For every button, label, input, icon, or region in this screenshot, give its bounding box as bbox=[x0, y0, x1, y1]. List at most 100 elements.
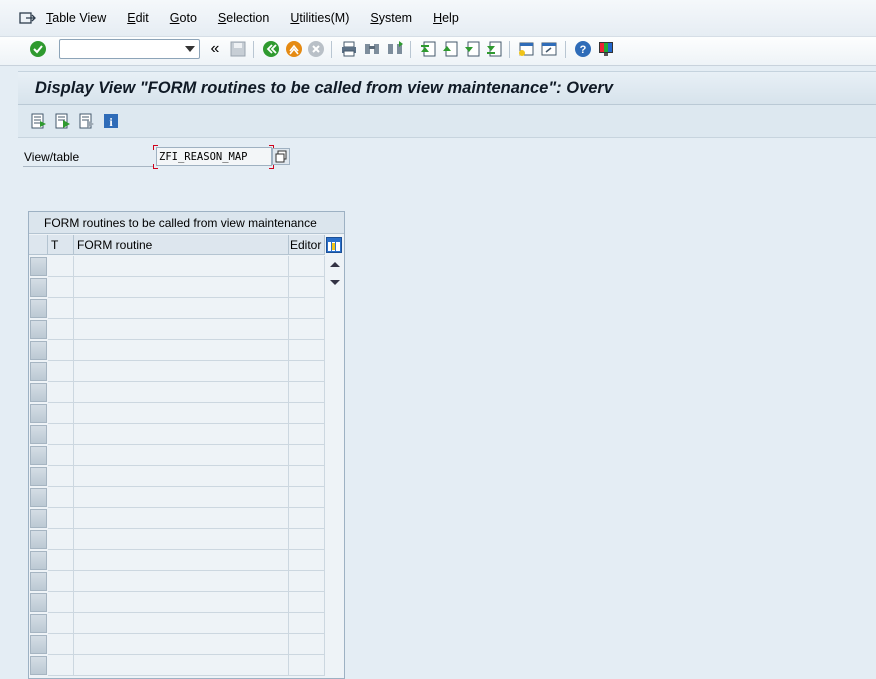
column-header-form-routine[interactable]: FORM routine bbox=[74, 235, 289, 255]
cell-form-routine[interactable] bbox=[74, 361, 289, 382]
column-header-editor[interactable]: Editor bbox=[289, 235, 325, 255]
shortcut-icon[interactable] bbox=[540, 40, 558, 58]
cell-editor[interactable] bbox=[289, 466, 325, 487]
menu-icon[interactable] bbox=[19, 11, 37, 25]
row-selector[interactable] bbox=[30, 656, 47, 675]
cell-form-routine[interactable] bbox=[74, 298, 289, 319]
cell-form-routine[interactable] bbox=[74, 319, 289, 340]
column-header-t[interactable]: T bbox=[48, 235, 74, 255]
cell-t[interactable] bbox=[48, 508, 74, 529]
cell-t[interactable] bbox=[48, 424, 74, 445]
cell-editor[interactable] bbox=[289, 340, 325, 361]
exit-icon[interactable] bbox=[285, 40, 303, 58]
back-icon[interactable] bbox=[262, 40, 280, 58]
scroll-down-icon[interactable] bbox=[330, 280, 340, 285]
menu-help[interactable]: Help bbox=[433, 11, 459, 25]
cell-editor[interactable] bbox=[289, 445, 325, 466]
cell-form-routine[interactable] bbox=[74, 403, 289, 424]
view-table-input[interactable]: ZFI_REASON_MAP bbox=[156, 147, 272, 166]
row-selector[interactable] bbox=[30, 467, 47, 486]
cell-form-routine[interactable] bbox=[74, 550, 289, 571]
cell-editor[interactable] bbox=[289, 319, 325, 340]
cell-editor[interactable] bbox=[289, 298, 325, 319]
cell-editor[interactable] bbox=[289, 592, 325, 613]
cell-editor[interactable] bbox=[289, 403, 325, 424]
cell-editor[interactable] bbox=[289, 529, 325, 550]
cell-t[interactable] bbox=[48, 319, 74, 340]
help-icon[interactable]: ? bbox=[574, 40, 592, 58]
cell-form-routine[interactable] bbox=[74, 634, 289, 655]
menu-table-view[interactable]: Table View bbox=[46, 11, 106, 25]
find-icon[interactable] bbox=[363, 40, 381, 58]
row-selector[interactable] bbox=[30, 383, 47, 402]
cell-t[interactable] bbox=[48, 361, 74, 382]
row-selector[interactable] bbox=[30, 278, 47, 297]
row-selector[interactable] bbox=[30, 488, 47, 507]
row-selector[interactable] bbox=[30, 257, 47, 276]
cell-editor[interactable] bbox=[289, 550, 325, 571]
cell-editor[interactable] bbox=[289, 571, 325, 592]
cell-t[interactable] bbox=[48, 256, 74, 277]
print-icon[interactable] bbox=[340, 40, 358, 58]
table-settings-icon[interactable] bbox=[326, 237, 342, 253]
row-selector[interactable] bbox=[30, 572, 47, 591]
cell-editor[interactable] bbox=[289, 424, 325, 445]
cell-editor[interactable] bbox=[289, 508, 325, 529]
cell-t[interactable] bbox=[48, 613, 74, 634]
customize-layout-icon[interactable] bbox=[597, 40, 615, 58]
cell-form-routine[interactable] bbox=[74, 487, 289, 508]
row-selector[interactable] bbox=[30, 593, 47, 612]
select-all-header[interactable] bbox=[29, 235, 48, 255]
cell-t[interactable] bbox=[48, 403, 74, 424]
cell-form-routine[interactable] bbox=[74, 466, 289, 487]
row-selector[interactable] bbox=[30, 299, 47, 318]
cell-t[interactable] bbox=[48, 466, 74, 487]
enter-icon[interactable] bbox=[29, 40, 47, 58]
cell-t[interactable] bbox=[48, 550, 74, 571]
cell-t[interactable] bbox=[48, 298, 74, 319]
cell-form-routine[interactable] bbox=[74, 256, 289, 277]
cell-editor[interactable] bbox=[289, 634, 325, 655]
cell-form-routine[interactable] bbox=[74, 277, 289, 298]
cell-t[interactable] bbox=[48, 340, 74, 361]
scroll-up-icon[interactable] bbox=[330, 262, 340, 267]
cell-t[interactable] bbox=[48, 529, 74, 550]
display-change-icon[interactable] bbox=[31, 113, 47, 129]
cancel-icon[interactable] bbox=[307, 40, 325, 58]
row-selector[interactable] bbox=[30, 509, 47, 528]
previous-page-icon[interactable] bbox=[441, 40, 459, 58]
vertical-scrollbar[interactable] bbox=[326, 256, 344, 678]
cell-form-routine[interactable] bbox=[74, 529, 289, 550]
cell-form-routine[interactable] bbox=[74, 571, 289, 592]
row-selector[interactable] bbox=[30, 614, 47, 633]
cell-form-routine[interactable] bbox=[74, 592, 289, 613]
last-page-icon[interactable] bbox=[485, 40, 503, 58]
cell-form-routine[interactable] bbox=[74, 508, 289, 529]
menu-utilities[interactable]: Utilities(M) bbox=[290, 11, 349, 25]
find-next-icon[interactable] bbox=[386, 40, 404, 58]
back-double-icon[interactable]: « bbox=[206, 40, 224, 58]
save-icon[interactable] bbox=[229, 40, 247, 58]
copy-icon[interactable] bbox=[272, 148, 290, 165]
cell-form-routine[interactable] bbox=[74, 424, 289, 445]
cell-form-routine[interactable] bbox=[74, 613, 289, 634]
row-selector[interactable] bbox=[30, 320, 47, 339]
menu-system[interactable]: System bbox=[370, 11, 412, 25]
cell-form-routine[interactable] bbox=[74, 655, 289, 676]
menu-edit[interactable]: Edit bbox=[127, 11, 149, 25]
cell-t[interactable] bbox=[48, 277, 74, 298]
cell-editor[interactable] bbox=[289, 361, 325, 382]
cell-editor[interactable] bbox=[289, 613, 325, 634]
row-selector[interactable] bbox=[30, 362, 47, 381]
cell-t[interactable] bbox=[48, 571, 74, 592]
row-selector[interactable] bbox=[30, 446, 47, 465]
cell-form-routine[interactable] bbox=[74, 445, 289, 466]
cell-editor[interactable] bbox=[289, 382, 325, 403]
cell-t[interactable] bbox=[48, 382, 74, 403]
row-selector[interactable] bbox=[30, 551, 47, 570]
info-icon[interactable]: i bbox=[103, 113, 119, 129]
next-page-icon[interactable] bbox=[463, 40, 481, 58]
cell-t[interactable] bbox=[48, 592, 74, 613]
row-selector[interactable] bbox=[30, 341, 47, 360]
row-selector[interactable] bbox=[30, 635, 47, 654]
